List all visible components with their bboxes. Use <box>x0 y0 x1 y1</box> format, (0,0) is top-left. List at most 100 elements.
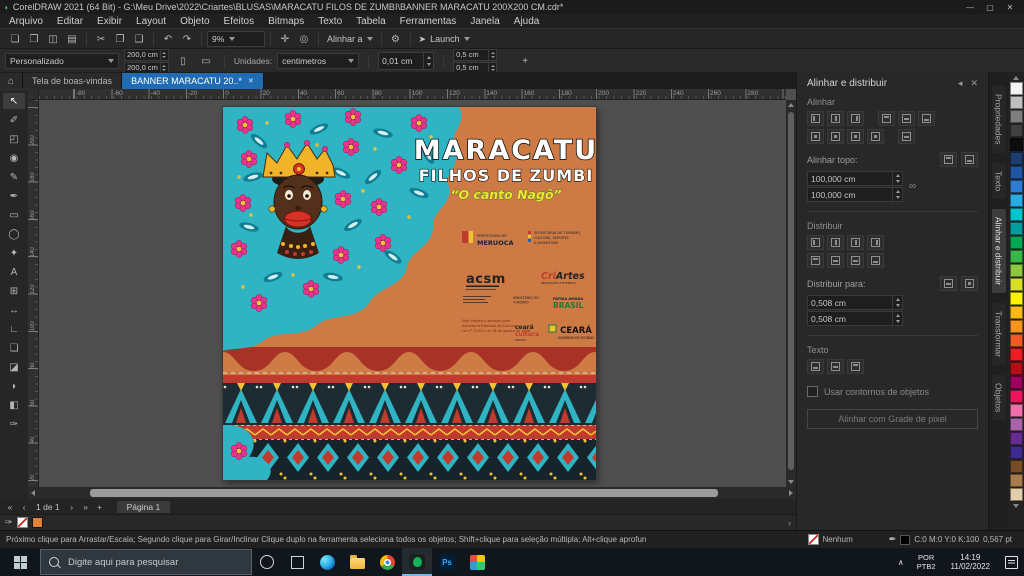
scroll-right-button[interactable] <box>786 487 796 499</box>
welcome-tab[interactable]: Tela de boas-vindas <box>23 73 122 89</box>
menu-item-texto[interactable]: Texto <box>311 16 349 27</box>
landscape-button[interactable]: ▭ <box>197 53 215 69</box>
color-swatch[interactable] <box>1010 390 1023 403</box>
interactive-fill-tool[interactable]: ◧ <box>3 397 25 413</box>
artistic-media-tool[interactable]: ✒ <box>3 188 25 204</box>
distribute-y-spinner[interactable] <box>892 312 902 325</box>
shape-tool[interactable]: ✐ <box>3 112 25 128</box>
scroll-left-button[interactable] <box>28 487 38 499</box>
checkbox-icon[interactable] <box>807 386 818 397</box>
dimension-tool[interactable]: ↔ <box>3 302 25 318</box>
outline-pen-tool[interactable]: ✑ <box>3 416 25 432</box>
page-tab[interactable]: Página 1 <box>117 501 171 513</box>
align-center-horizontal-button[interactable] <box>827 111 844 126</box>
distribute-y-value[interactable]: 0,508 cm <box>808 314 892 324</box>
color-swatch[interactable] <box>1010 82 1023 95</box>
distribute-to-page-button[interactable] <box>961 276 978 291</box>
next-page-button[interactable]: › <box>67 502 77 512</box>
color-swatch[interactable] <box>1010 222 1023 235</box>
align-y-spinner[interactable] <box>892 188 902 201</box>
page-height-value[interactable]: 200,0 cm <box>125 63 160 72</box>
options-button[interactable]: ⚙ <box>387 31 405 47</box>
paste-button[interactable]: ❑ <box>130 31 148 47</box>
align-target-dropdown[interactable] <box>961 152 978 167</box>
menu-item-tabela[interactable]: Tabela <box>349 16 392 27</box>
distribute-spacing-horizontal-button[interactable] <box>847 235 864 250</box>
transparency-tool[interactable]: ◪ <box>3 359 25 375</box>
new-document-button[interactable]: ❏ <box>6 31 24 47</box>
page-height-spinner[interactable] <box>160 63 168 73</box>
first-page-button[interactable]: « <box>5 502 15 512</box>
color-swatch[interactable] <box>1010 124 1023 137</box>
menu-item-objeto[interactable]: Objeto <box>173 16 216 27</box>
color-swatch[interactable] <box>1010 418 1023 431</box>
file-explorer-taskbar-button[interactable] <box>342 548 372 576</box>
color-swatch[interactable] <box>1010 488 1023 501</box>
save-button[interactable]: ◫ <box>44 31 62 47</box>
start-button[interactable] <box>0 548 40 576</box>
distribute-left-button[interactable] <box>807 235 824 250</box>
vertical-ruler[interactable] <box>28 100 39 487</box>
align-bottom-button[interactable] <box>918 111 935 126</box>
nudge-value[interactable]: 0,01 cm <box>379 56 423 66</box>
print-button[interactable]: ▤ <box>63 31 81 47</box>
menu-item-layout[interactable]: Layout <box>129 16 173 27</box>
drawing-page[interactable]: MARACATU FILHOS DE ZUMBI “O canto Nagô” … <box>223 107 596 480</box>
zoom-tool-button[interactable]: ◎ <box>295 31 313 47</box>
add-toolbar-item-button[interactable]: + <box>516 53 534 69</box>
rectangle-tool[interactable]: ▭ <box>3 207 25 223</box>
color-swatch[interactable] <box>1010 166 1023 179</box>
align-x-spinner[interactable] <box>892 172 902 185</box>
vertical-scrollbar[interactable] <box>786 100 796 487</box>
color-swatch[interactable] <box>1010 110 1023 123</box>
duplicate-x-value[interactable]: 0,5 cm <box>454 50 488 59</box>
color-swatch[interactable] <box>1010 138 1023 151</box>
page-width-field[interactable]: 200,0 cm <box>124 49 169 61</box>
vertical-scroll-thumb[interactable] <box>788 112 794 470</box>
copy-button[interactable]: ❐ <box>111 31 129 47</box>
link-dimensions-icon[interactable]: ∞ <box>909 181 916 192</box>
side-tab-alinhar-e-distribuir[interactable]: Alinhar e distribuir <box>992 209 1006 293</box>
text-align-bounding-box-button[interactable] <box>827 359 844 374</box>
side-tab-texto[interactable]: Texto <box>992 163 1006 199</box>
clock[interactable]: 14:19 11/02/2022 <box>943 553 998 572</box>
chrome-taskbar-button[interactable] <box>372 548 402 576</box>
page-preset-combo[interactable]: Personalizado <box>5 53 119 69</box>
align-to-point-button[interactable] <box>898 129 915 144</box>
freehand-tool[interactable]: ✎ <box>3 169 25 185</box>
menu-item-ferramentas[interactable]: Ferramentas <box>393 16 464 27</box>
align-to-page-edge-button[interactable] <box>827 129 844 144</box>
use-outlines-option[interactable]: Usar contornos de objetos <box>807 386 978 397</box>
zoom-tool[interactable]: ◉ <box>3 150 25 166</box>
menu-item-janela[interactable]: Janela <box>463 16 506 27</box>
color-swatch[interactable] <box>1010 208 1023 221</box>
distribute-to-selection-button[interactable] <box>940 276 957 291</box>
eyedropper-icon[interactable]: ✑ <box>5 517 13 528</box>
photoshop-taskbar-button[interactable]: Ps <box>432 548 462 576</box>
align-center-vertical-button[interactable] <box>898 111 915 126</box>
zoom-level-combo[interactable]: 9% <box>207 31 265 47</box>
cut-button[interactable]: ✂ <box>92 31 110 47</box>
menu-item-efeitos[interactable]: Efeitos <box>217 16 262 27</box>
ellipse-tool[interactable]: ◯ <box>3 226 25 242</box>
duplicate-x-field[interactable]: 0,5 cm <box>453 49 497 61</box>
align-to-page-center-button[interactable] <box>847 129 864 144</box>
text-tool[interactable]: A <box>3 264 25 280</box>
last-page-button[interactable]: » <box>81 502 91 512</box>
menu-item-exibir[interactable]: Exibir <box>90 16 129 27</box>
colorful-app-taskbar-button[interactable] <box>462 548 492 576</box>
align-x-value[interactable]: 100,000 cm <box>808 174 892 184</box>
align-right-button[interactable] <box>847 111 864 126</box>
menu-item-bitmaps[interactable]: Bitmaps <box>261 16 311 27</box>
distribute-x-value[interactable]: 0,508 cm <box>808 298 892 308</box>
color-swatch[interactable] <box>1010 334 1023 347</box>
portrait-button[interactable]: ▯ <box>174 53 192 69</box>
side-tab-propriedades[interactable]: Propriedades <box>992 86 1006 153</box>
distribute-top-button[interactable] <box>807 253 824 268</box>
scroll-down-button[interactable] <box>786 477 796 487</box>
color-swatch[interactable] <box>1010 292 1023 305</box>
color-swatch[interactable] <box>1010 362 1023 375</box>
color-swatch[interactable] <box>1010 404 1023 417</box>
no-color-swatch[interactable] <box>17 517 28 528</box>
task-view-button[interactable] <box>282 548 312 576</box>
